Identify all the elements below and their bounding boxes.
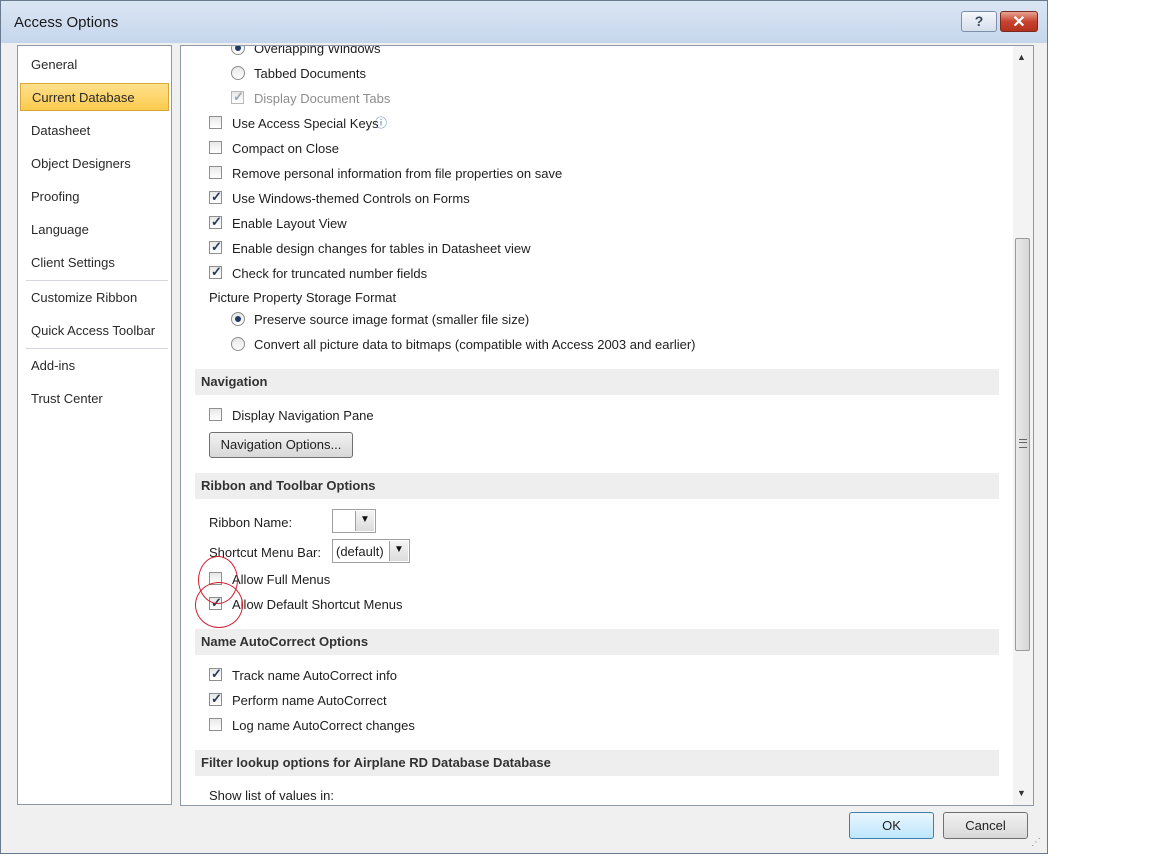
- nav-item-add-ins[interactable]: Add-ins: [20, 352, 169, 380]
- allow-full-menus-label: Allow Full Menus: [232, 572, 331, 587]
- scroll-up-icon[interactable]: ▲: [1017, 52, 1026, 62]
- nav-item-client-settings[interactable]: Client Settings: [20, 249, 169, 277]
- filter-lookup-section-header: Filter lookup options for Airplane RD Da…: [195, 750, 999, 776]
- nav-divider: [26, 348, 168, 349]
- dropdown-arrow-icon[interactable]: ▼: [389, 541, 408, 561]
- ok-button[interactable]: OK: [849, 812, 934, 839]
- tabbed-documents-radio[interactable]: [231, 66, 245, 80]
- design-changes-checkbox[interactable]: ✓: [209, 239, 222, 254]
- overlapping-windows-label: Overlapping Windows: [254, 45, 381, 56]
- nav-item-proofing[interactable]: Proofing: [20, 183, 169, 211]
- windows-themed-controls-label: Use Windows-themed Controls on Forms: [232, 191, 470, 206]
- info-icon: ⓘ: [375, 116, 388, 130]
- scroll-thumb[interactable]: [1015, 238, 1030, 651]
- log-autocorrect-label: Log name AutoCorrect changes: [232, 718, 415, 733]
- picture-storage-heading: Picture Property Storage Format: [209, 290, 397, 305]
- remove-personal-info-checkbox[interactable]: [209, 166, 222, 179]
- nav-item-language[interactable]: Language: [20, 216, 169, 244]
- perform-autocorrect-checkbox[interactable]: ✓: [209, 691, 222, 706]
- vertical-scrollbar[interactable]: ▲ ▼: [1013, 46, 1033, 805]
- enable-layout-view-label: Enable Layout View: [232, 216, 347, 231]
- nav-item-general[interactable]: General: [20, 51, 169, 79]
- dropdown-arrow-icon[interactable]: ▼: [355, 511, 374, 531]
- show-list-values-label: Show list of values in:: [209, 788, 335, 803]
- scroll-down-icon[interactable]: ▼: [1017, 788, 1026, 798]
- special-keys-label: Use Access Special Keys: [232, 116, 379, 131]
- nav-item-current-database[interactable]: Current Database: [20, 83, 169, 111]
- nav-item-trust-center[interactable]: Trust Center: [20, 385, 169, 413]
- remove-personal-info-label: Remove personal information from file pr…: [232, 166, 563, 181]
- navigation-section-header: Navigation: [195, 369, 999, 395]
- log-autocorrect-checkbox[interactable]: [209, 718, 222, 731]
- preserve-format-label: Preserve source image format (smaller fi…: [254, 312, 530, 327]
- cancel-button[interactable]: Cancel: [943, 812, 1028, 839]
- display-document-tabs-checkbox[interactable]: ✓: [231, 89, 244, 104]
- tabbed-documents-label: Tabbed Documents: [254, 66, 367, 81]
- title-bar[interactable]: Access Options ? ✕: [1, 1, 1047, 43]
- compact-on-close-checkbox[interactable]: [209, 141, 222, 154]
- truncated-number-fields-checkbox[interactable]: ✓: [209, 264, 222, 279]
- annotation-circle: [195, 582, 243, 628]
- options-nav: General Current Database Datasheet Objec…: [17, 45, 172, 805]
- resize-grip-icon[interactable]: ⋰: [1031, 837, 1041, 848]
- allow-default-shortcut-menus-label: Allow Default Shortcut Menus: [232, 597, 403, 612]
- nav-item-object-designers[interactable]: Object Designers: [20, 150, 169, 178]
- overlapping-windows-radio[interactable]: [231, 46, 245, 55]
- shortcut-menu-bar-dropdown[interactable]: (default) ▼: [332, 539, 410, 563]
- display-navigation-pane-label: Display Navigation Pane: [232, 408, 374, 423]
- ribbon-section-header: Ribbon and Toolbar Options: [195, 473, 999, 499]
- close-icon: ✕: [1012, 14, 1026, 31]
- preserve-format-radio[interactable]: [231, 312, 245, 326]
- track-autocorrect-label: Track name AutoCorrect info: [232, 668, 397, 683]
- close-button[interactable]: ✕: [1000, 11, 1038, 32]
- help-icon: ?: [974, 13, 984, 29]
- display-document-tabs-label: Display Document Tabs: [254, 91, 391, 106]
- truncated-number-fields-label: Check for truncated number fields: [232, 266, 428, 281]
- grip-icon: [1019, 439, 1027, 448]
- nav-divider: [26, 280, 168, 281]
- help-button[interactable]: ?: [961, 11, 997, 32]
- convert-bitmaps-radio[interactable]: [231, 337, 245, 351]
- options-content: Overlapping Windows Tabbed Documents ✓ D…: [180, 45, 1034, 806]
- shortcut-menu-bar-value: (default): [336, 544, 384, 559]
- enable-layout-view-checkbox[interactable]: ✓: [209, 214, 222, 229]
- nav-item-datasheet[interactable]: Datasheet: [20, 117, 169, 145]
- design-changes-label: Enable design changes for tables in Data…: [232, 241, 531, 256]
- access-options-dialog: Access Options ? ✕ General Current Datab…: [0, 0, 1048, 854]
- windows-themed-controls-checkbox[interactable]: ✓: [209, 189, 222, 204]
- track-autocorrect-checkbox[interactable]: ✓: [209, 666, 222, 681]
- special-keys-checkbox[interactable]: [209, 116, 222, 129]
- window-title: Access Options: [14, 14, 119, 31]
- navigation-options-button[interactable]: Navigation Options...: [209, 432, 353, 458]
- nav-item-quick-access-toolbar[interactable]: Quick Access Toolbar: [20, 317, 169, 345]
- compact-on-close-label: Compact on Close: [232, 141, 339, 156]
- perform-autocorrect-label: Perform name AutoCorrect: [232, 693, 387, 708]
- autocorrect-section-header: Name AutoCorrect Options: [195, 629, 999, 655]
- ribbon-name-dropdown[interactable]: ▼: [332, 509, 376, 533]
- ribbon-name-label: Ribbon Name:: [209, 515, 293, 530]
- nav-item-customize-ribbon[interactable]: Customize Ribbon: [20, 284, 169, 312]
- display-navigation-pane-checkbox[interactable]: [209, 408, 222, 421]
- convert-bitmaps-label: Convert all picture data to bitmaps (com…: [254, 337, 696, 352]
